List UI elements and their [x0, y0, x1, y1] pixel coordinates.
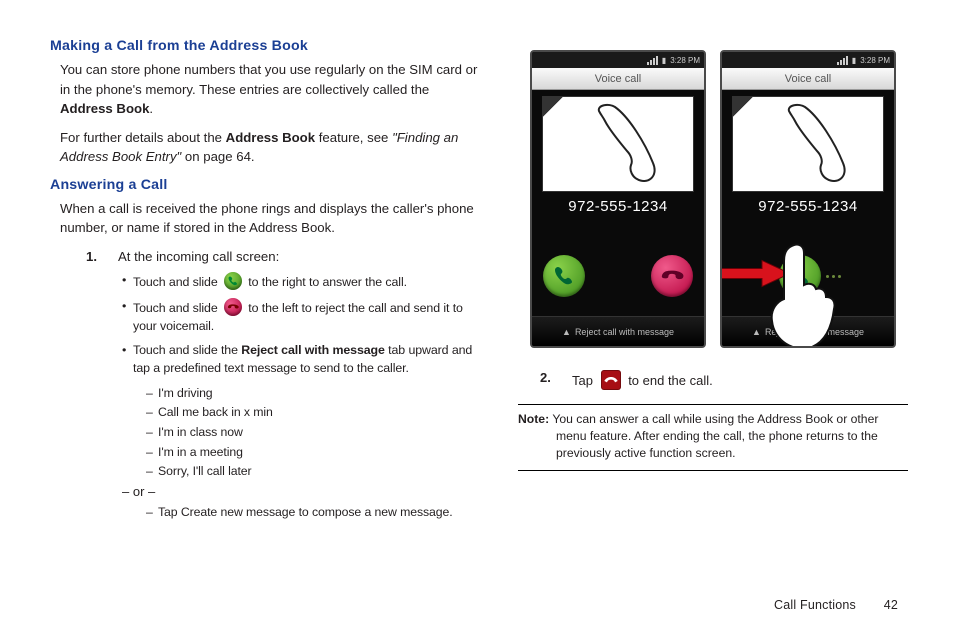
- bullet-reject-msg: Touch and slide the Reject call with mes…: [122, 342, 482, 378]
- answer-slide-icon: [224, 272, 242, 290]
- phone-reject-icon: [651, 255, 693, 297]
- preset-msg-2: Call me back in x min: [146, 403, 482, 423]
- reject-slide-icon: [224, 298, 242, 316]
- preset-msg-4: I'm in a meeting: [146, 443, 482, 463]
- preset-msg-5: Sorry, I'll call later: [146, 462, 482, 482]
- caller-number: 972-555-1234: [532, 198, 704, 215]
- note-text: Note: You can answer a call while using …: [518, 411, 908, 462]
- voice-call-label: Voice call: [722, 68, 894, 90]
- step-2: 2. Tap to end the call.: [540, 370, 908, 390]
- step-1-number: 1.: [86, 247, 116, 266]
- preset-msg-3: I'm in class now: [146, 423, 482, 443]
- para-answering: When a call is received the phone rings …: [60, 199, 482, 238]
- caller-number: 972-555-1234: [722, 198, 894, 215]
- phone-screenshot-2: ▮ 3:28 PM Voice call 972-555-1234: [720, 50, 896, 348]
- footer-page-number: 42: [884, 598, 898, 612]
- footer-section: Call Functions: [774, 598, 856, 612]
- signal-icon: [646, 56, 658, 65]
- answer-button[interactable]: [538, 250, 590, 302]
- phone-screenshots: ▮ 3:28 PM Voice call 972-555-1234 ▲Rejec: [518, 50, 908, 348]
- preset-msg-create: Tap Create new message to compose a new …: [146, 503, 482, 523]
- phone-answer-icon: [543, 255, 585, 297]
- page-footer: Call Functions 42: [774, 598, 898, 612]
- bullet-reject: Touch and slide to the left to reject th…: [122, 298, 482, 336]
- caller-avatar: [542, 96, 694, 192]
- step-1-text: At the incoming call screen:: [118, 247, 279, 266]
- step-2-number: 2.: [540, 370, 570, 390]
- battery-icon: ▮: [852, 56, 856, 65]
- bullet-answer: Touch and slide to the right to answer t…: [122, 272, 482, 292]
- right-column: ▮ 3:28 PM Voice call 972-555-1234 ▲Rejec: [518, 38, 908, 523]
- end-call-icon: [601, 370, 621, 390]
- para-crossref: For further details about the Address Bo…: [60, 128, 482, 167]
- hand-pointer-icon: [764, 241, 854, 348]
- status-time: 3:28 PM: [860, 56, 890, 65]
- para-intro: You can store phone numbers that you use…: [60, 60, 482, 119]
- status-bar: ▮ 3:28 PM: [532, 52, 704, 68]
- phone-screenshot-1: ▮ 3:28 PM Voice call 972-555-1234 ▲Rejec: [530, 50, 706, 348]
- step-1: 1. At the incoming call screen:: [86, 247, 482, 266]
- note-rule-bottom: [518, 470, 908, 471]
- battery-icon: ▮: [662, 56, 666, 65]
- signal-icon: [836, 56, 848, 65]
- status-bar: ▮ 3:28 PM: [722, 52, 894, 68]
- heading-answering: Answering a Call: [50, 177, 482, 193]
- reject-with-message-tab[interactable]: ▲Reject call with message: [532, 316, 704, 346]
- caller-avatar: [732, 96, 884, 192]
- voice-call-label: Voice call: [532, 68, 704, 90]
- reject-button[interactable]: [646, 250, 698, 302]
- or-divider: – or –: [122, 484, 482, 499]
- status-time: 3:28 PM: [670, 56, 700, 65]
- left-column: Making a Call from the Address Book You …: [50, 38, 482, 523]
- heading-making-call: Making a Call from the Address Book: [50, 38, 482, 54]
- preset-msg-1: I'm driving: [146, 384, 482, 404]
- note-rule-top: [518, 404, 908, 405]
